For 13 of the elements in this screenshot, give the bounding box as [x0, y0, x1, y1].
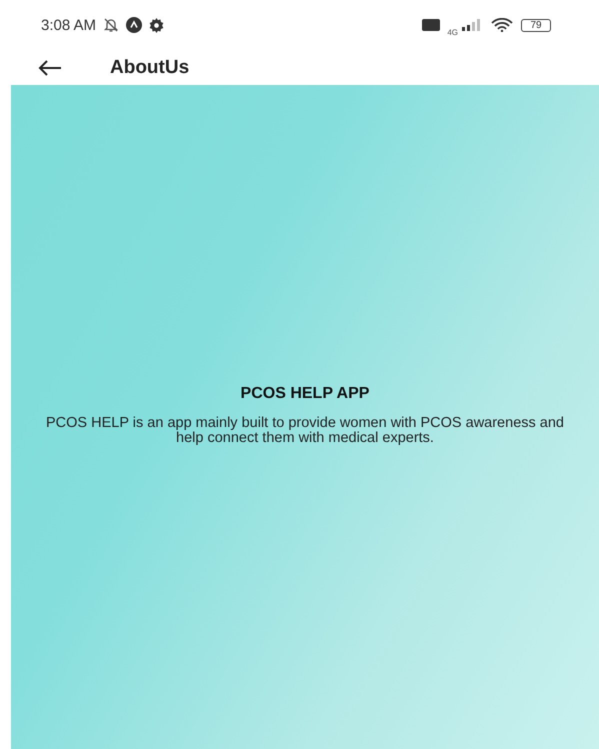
battery-indicator: 79 — [521, 18, 551, 32]
wifi-icon — [490, 18, 514, 32]
settings-icon — [149, 18, 164, 32]
app-icon — [126, 17, 142, 33]
about-description: PCOS HELP is an app mainly built to provide women with PCOS awareness and help connect them with medical experts. — [45, 416, 565, 446]
network-type: 4G — [447, 28, 458, 36]
page-title: AboutUs — [110, 56, 190, 78]
status-time: 3:08 AM — [41, 16, 96, 34]
back-arrow-icon — [38, 60, 62, 76]
signal-icon — [461, 19, 483, 31]
bell-off-icon — [103, 17, 120, 33]
app-heading: PCOS HELP APP — [240, 385, 370, 403]
back-button[interactable] — [38, 60, 62, 76]
